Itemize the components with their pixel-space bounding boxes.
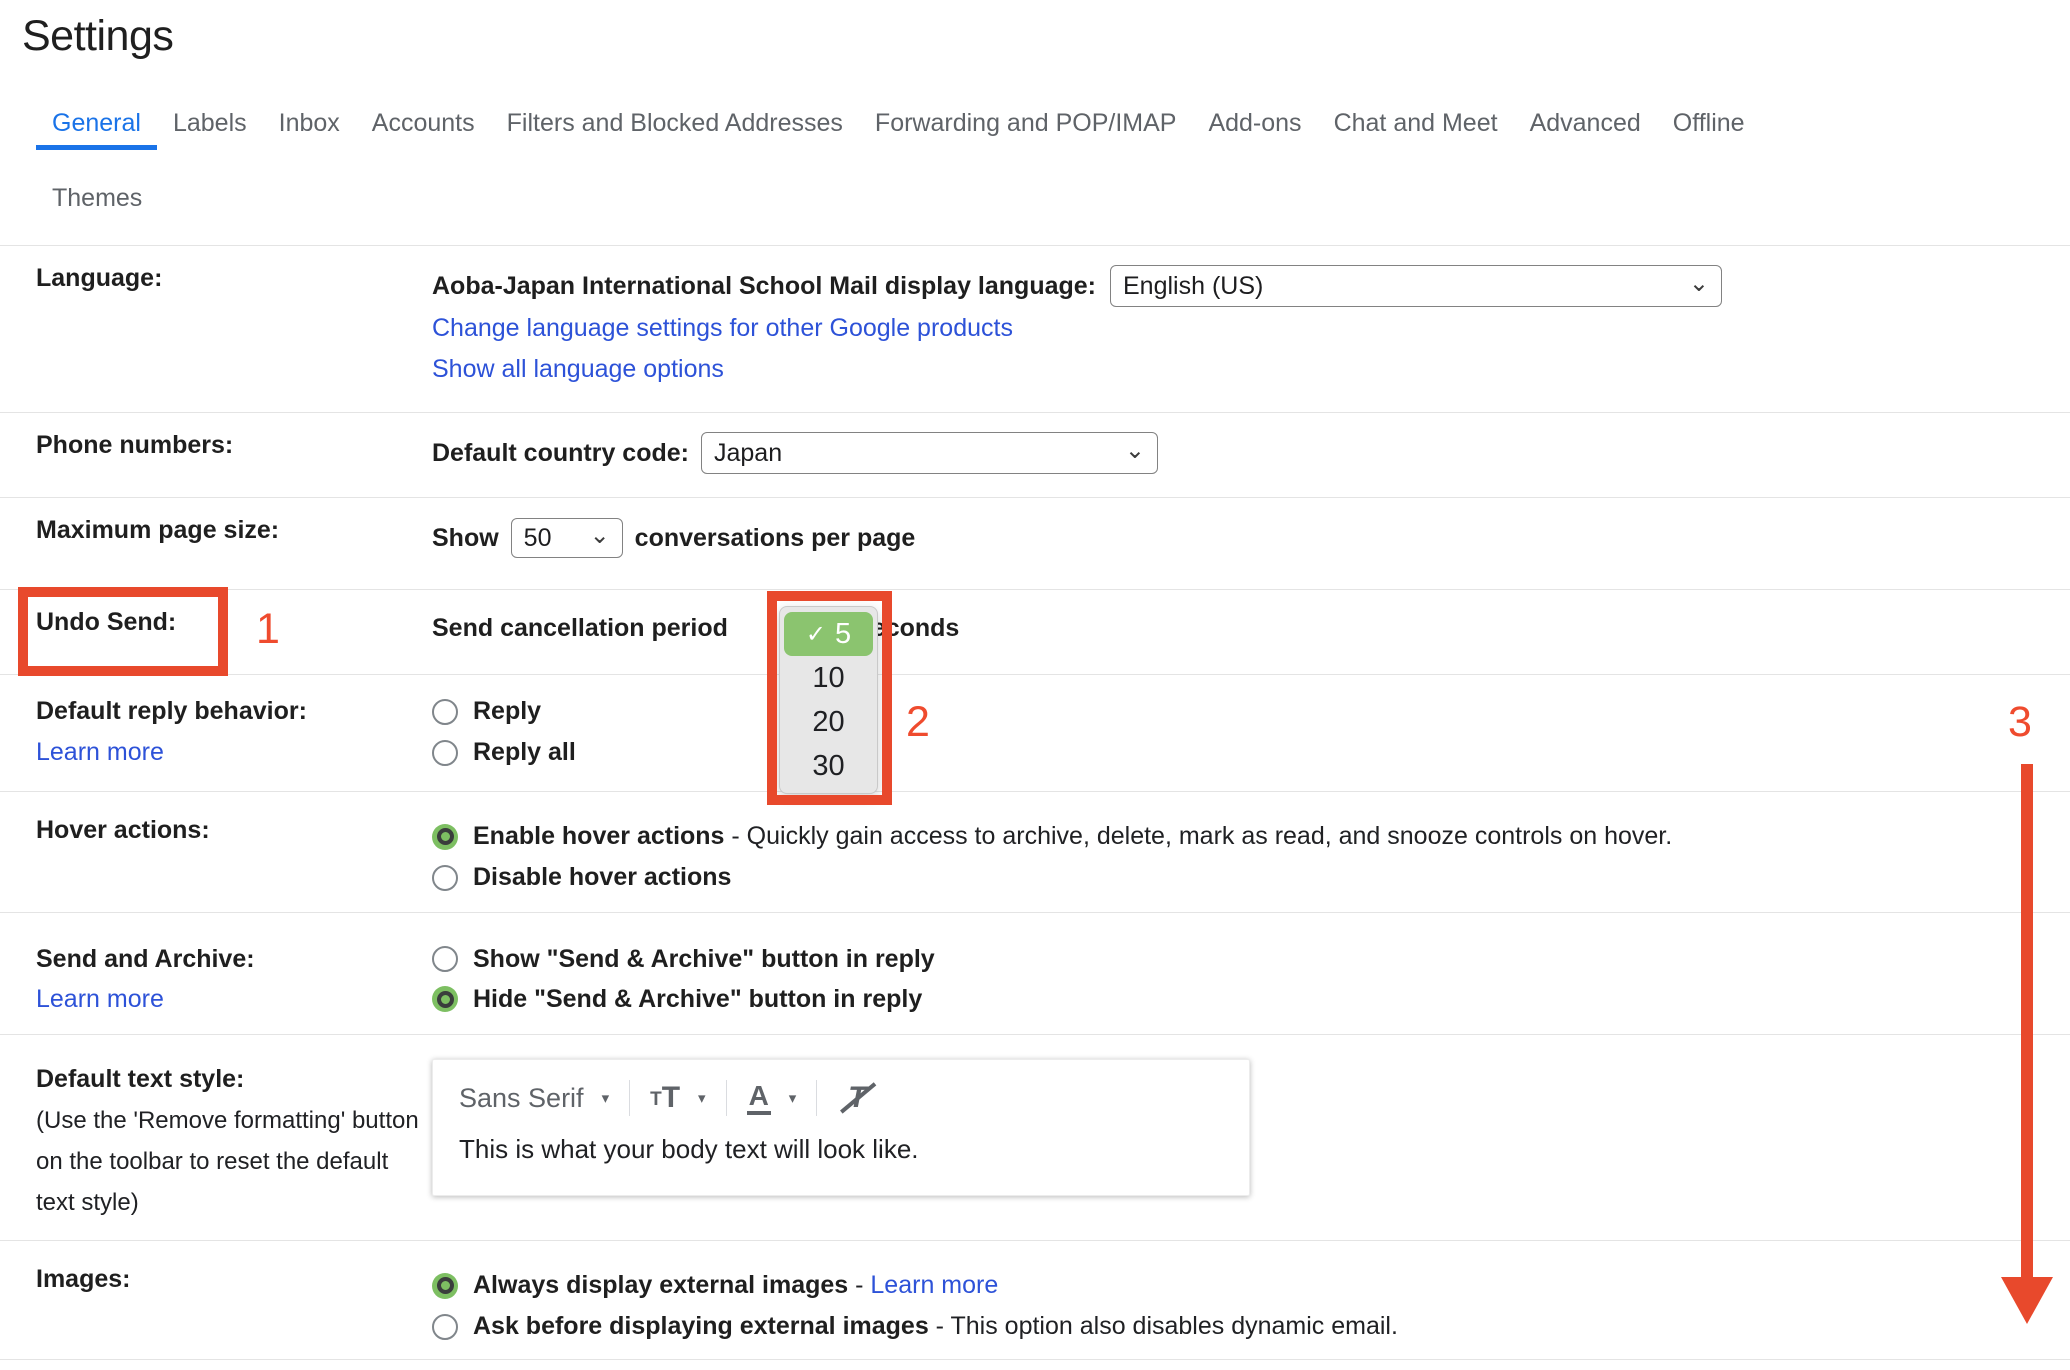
country-code-label: Default country code: xyxy=(432,439,689,468)
country-code-select[interactable]: Japan ⌄ xyxy=(701,432,1158,474)
text-style-label: Default text style: xyxy=(36,1059,432,1100)
disable-hover-actions-label[interactable]: Disable hover actions xyxy=(473,863,731,892)
tab-advanced[interactable]: Advanced xyxy=(1514,101,1657,150)
enable-hover-actions-radio[interactable] xyxy=(432,824,458,850)
conversations-per-page-label: conversations per page xyxy=(635,524,916,553)
text-color-icon: A xyxy=(747,1081,771,1115)
row-max-page-size: Maximum page size: Show 50 ⌄ conversatio… xyxy=(0,498,2070,590)
phone-row-label: Phone numbers: xyxy=(36,413,432,460)
hide-send-archive-label[interactable]: Hide "Send & Archive" button in reply xyxy=(473,985,922,1014)
gmail-settings-page: Settings General Labels Inbox Accounts F… xyxy=(0,0,2070,1370)
language-row-label: Language: xyxy=(36,246,432,293)
text-style-note-line2: on the toolbar to reset the default xyxy=(36,1141,432,1182)
row-send-and-archive: Send and Archive: Learn more Show "Send … xyxy=(0,913,2070,1035)
cancellation-period-label: Send cancellation period xyxy=(432,614,728,643)
remove-formatting-button[interactable]: T xyxy=(837,1078,877,1118)
country-code-value: Japan xyxy=(714,439,782,468)
reply-behavior-label: Default reply behavior: xyxy=(36,691,432,732)
display-language-select[interactable]: English (US) ⌄ xyxy=(1110,265,1722,307)
reply-all-radio[interactable] xyxy=(432,740,458,766)
text-size-icon: T xyxy=(650,1087,662,1113)
annotation-arrow-head xyxy=(2001,1277,2053,1324)
show-label: Show xyxy=(432,524,499,553)
send-archive-label: Send and Archive: xyxy=(36,939,432,979)
row-images: Images: Always display external images -… xyxy=(0,1241,2070,1360)
tab-offline[interactable]: Offline xyxy=(1657,101,1761,150)
chevron-down-icon: ⌄ xyxy=(590,521,610,550)
annotation-number-1: 1 xyxy=(256,605,280,654)
tab-forwarding[interactable]: Forwarding and POP/IMAP xyxy=(859,101,1193,150)
show-all-languages-link[interactable]: Show all language options xyxy=(432,349,2030,390)
text-style-note-line1: (Use the 'Remove formatting' button xyxy=(36,1100,432,1141)
caret-down-icon: ▾ xyxy=(698,1089,706,1107)
page-title: Settings xyxy=(22,12,2070,61)
disable-hover-actions-radio[interactable] xyxy=(432,865,458,891)
row-hover-actions: Hover actions: Enable hover actions - Qu… xyxy=(0,792,2070,913)
settings-header: Settings General Labels Inbox Accounts F… xyxy=(0,0,2070,246)
settings-tab-bar-row2: Themes xyxy=(36,176,2070,225)
reply-radio[interactable] xyxy=(432,699,458,725)
text-size-button[interactable]: T T xyxy=(650,1083,680,1113)
body-text-preview: This is what your body text will look li… xyxy=(459,1134,1223,1165)
always-display-images-radio[interactable] xyxy=(432,1273,458,1299)
hide-send-archive-radio[interactable] xyxy=(432,986,458,1012)
show-send-archive-label[interactable]: Show "Send & Archive" button in reply xyxy=(473,945,935,974)
page-size-select[interactable]: 50 ⌄ xyxy=(511,518,623,558)
remove-formatting-icon: T xyxy=(848,1081,866,1115)
reply-all-option-label[interactable]: Reply all xyxy=(473,738,576,767)
row-phone-numbers: Phone numbers: Default country code: Jap… xyxy=(0,413,2070,498)
row-undo-send: Undo Send: Send cancellation period seco… xyxy=(0,590,2070,675)
font-family-button[interactable]: Sans Serif xyxy=(459,1083,584,1114)
row-language: Language: Aoba-Japan International Schoo… xyxy=(0,246,2070,413)
ask-before-images-label[interactable]: Ask before displaying external images xyxy=(473,1312,929,1340)
tab-addons[interactable]: Add-ons xyxy=(1192,101,1317,150)
tab-themes[interactable]: Themes xyxy=(36,176,158,225)
reply-option-label[interactable]: Reply xyxy=(473,697,541,726)
ask-before-images-radio[interactable] xyxy=(432,1314,458,1340)
annotation-box-undo-send xyxy=(18,587,228,676)
text-color-button[interactable]: A xyxy=(747,1081,771,1115)
text-style-toolbar: Sans Serif ▾ T T ▾ A ▾ T xyxy=(459,1076,1223,1120)
annotation-number-3: 3 xyxy=(2008,698,2032,747)
caret-down-icon: ▾ xyxy=(789,1089,797,1107)
row-default-reply-behavior: Default reply behavior: Learn more Reply… xyxy=(0,675,2070,792)
tab-chat-meet[interactable]: Chat and Meet xyxy=(1318,101,1514,150)
row-default-text-style: Default text style: (Use the 'Remove for… xyxy=(0,1035,2070,1241)
enable-hover-actions-desc: - Quickly gain access to archive, delete… xyxy=(724,822,1672,850)
page-size-value: 50 xyxy=(524,524,552,553)
tab-inbox[interactable]: Inbox xyxy=(263,101,356,150)
caret-down-icon: ▾ xyxy=(602,1089,610,1107)
display-language-label: Aoba-Japan International School Mail dis… xyxy=(432,272,1096,301)
max-page-size-label: Maximum page size: xyxy=(36,498,432,545)
always-display-images-label[interactable]: Always display external images xyxy=(473,1271,848,1299)
images-label: Images: xyxy=(36,1241,432,1294)
reply-behavior-learn-more-link[interactable]: Learn more xyxy=(36,732,432,773)
hover-actions-label: Hover actions: xyxy=(36,792,432,845)
annotation-box-dropdown xyxy=(767,591,892,805)
display-language-value: English (US) xyxy=(1123,272,1263,301)
toolbar-divider xyxy=(629,1080,630,1116)
chevron-down-icon: ⌄ xyxy=(1125,436,1145,465)
annotation-number-2: 2 xyxy=(906,698,930,747)
text-style-note-line3: text style) xyxy=(36,1182,432,1223)
tab-labels[interactable]: Labels xyxy=(157,101,263,150)
chevron-down-icon: ⌄ xyxy=(1689,269,1709,298)
text-style-editor-panel: Sans Serif ▾ T T ▾ A ▾ T xyxy=(432,1059,1250,1196)
annotation-arrow-down xyxy=(2021,764,2033,1278)
enable-hover-actions-label[interactable]: Enable hover actions xyxy=(473,822,724,850)
ask-before-images-desc: - This option also disables dynamic emai… xyxy=(929,1312,1398,1340)
tab-accounts[interactable]: Accounts xyxy=(356,101,491,150)
images-learn-more-link[interactable]: Learn more xyxy=(870,1271,998,1299)
tab-filters[interactable]: Filters and Blocked Addresses xyxy=(491,101,859,150)
toolbar-divider xyxy=(816,1080,817,1116)
settings-tab-bar: General Labels Inbox Accounts Filters an… xyxy=(36,101,2070,150)
show-send-archive-radio[interactable] xyxy=(432,946,458,972)
change-language-link[interactable]: Change language settings for other Googl… xyxy=(432,308,2030,349)
toolbar-divider xyxy=(726,1080,727,1116)
tab-general[interactable]: General xyxy=(36,101,157,150)
send-archive-learn-more-link[interactable]: Learn more xyxy=(36,979,432,1020)
